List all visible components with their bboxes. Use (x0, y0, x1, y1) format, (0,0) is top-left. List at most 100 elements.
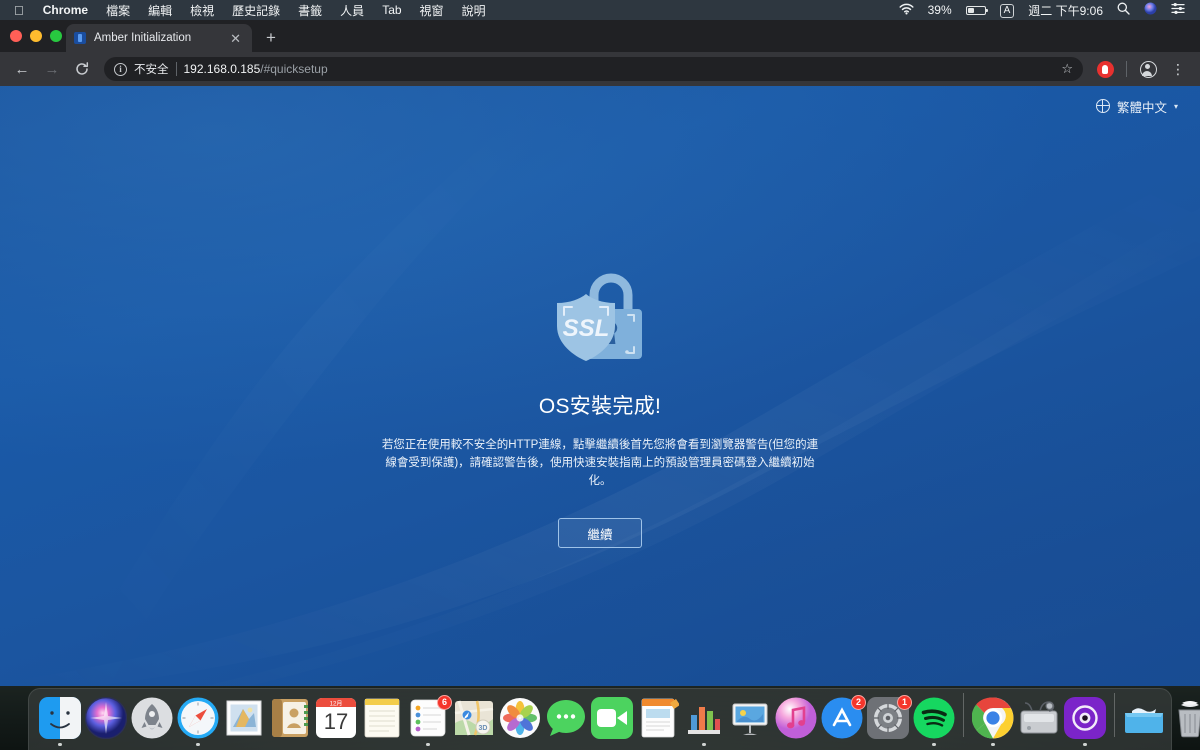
chevron-down-icon: ▾ (1173, 101, 1178, 111)
toolbar-divider (1126, 61, 1127, 77)
url-host: 192.168.0.185 (183, 62, 261, 76)
chrome-tab-strip: Amber Initialization ✕ + (0, 20, 1200, 52)
close-window-button[interactable] (10, 30, 22, 42)
battery-icon[interactable] (959, 5, 993, 15)
dock-item-mail[interactable] (221, 690, 267, 746)
browser-tab[interactable]: Amber Initialization ✕ (66, 24, 252, 52)
hero-section: SSL OS安裝完成! 若您正在使用較不安全的HTTP連線，點擊繼續後首先您將會… (0, 268, 1200, 548)
menu-item-file[interactable]: 檔案 (97, 2, 139, 19)
forward-arrow-icon[interactable]: → (38, 55, 66, 83)
siri-icon[interactable] (1137, 2, 1164, 18)
window-traffic-lights (10, 30, 62, 42)
dock-item-spotify[interactable] (911, 690, 957, 746)
macos-dock: 12月 17 6 3D 2 1 (28, 688, 1200, 750)
dock-item-keynote[interactable] (727, 690, 773, 746)
contacts-icon (269, 697, 311, 739)
trash-icon (1169, 697, 1200, 739)
menu-item-bookmarks[interactable]: 書籤 (289, 2, 331, 19)
profile-avatar-icon[interactable] (1134, 55, 1162, 83)
new-tab-button[interactable]: + (266, 28, 276, 52)
menu-item-view[interactable]: 檢視 (181, 2, 223, 19)
wifi-icon[interactable] (892, 3, 921, 18)
menu-item-history[interactable]: 歷史記錄 (223, 2, 289, 19)
itunes-icon (775, 697, 817, 739)
page-description: 若您正在使用較不安全的HTTP連線，點擊繼續後首先您將會看到瀏覽器警告(但您的連… (381, 439, 819, 487)
dock-item-maps[interactable]: 3D (451, 690, 497, 746)
page-content: 繁體中文 ▾ SSL OS安裝完成! 若您正在使用較不安全的HTTP連線，點擊繼… (0, 86, 1200, 686)
notes-icon (361, 697, 403, 739)
app-store-icon: 2 (821, 694, 866, 739)
menu-app-name[interactable]: Chrome (34, 3, 97, 17)
safari-icon (177, 697, 219, 739)
maximize-window-button[interactable] (50, 30, 62, 42)
dock-item-numbers[interactable] (681, 690, 727, 746)
calendar-icon: 12月 17 (315, 697, 357, 739)
url-path: /#quicksetup (260, 62, 328, 76)
close-icon[interactable]: ✕ (227, 30, 244, 47)
dock-item-pages[interactable] (635, 690, 681, 746)
downloads-folder-icon (1123, 697, 1165, 739)
input-source-indicator[interactable]: A (993, 2, 1022, 18)
dock-item-safari[interactable] (175, 690, 221, 746)
maps-icon: 3D (453, 697, 495, 739)
apple-logo-icon[interactable]:  (8, 4, 34, 17)
obs-icon (1064, 696, 1106, 739)
launchpad-icon (131, 697, 173, 739)
dock-item-launchpad[interactable] (129, 690, 175, 746)
dock-item-messages[interactable] (543, 690, 589, 746)
dock-item-notes[interactable] (359, 690, 405, 746)
disk-utility-icon (1018, 697, 1060, 739)
menu-item-edit[interactable]: 編輯 (139, 2, 181, 19)
info-circle-icon[interactable]: i (114, 62, 127, 76)
minimize-window-button[interactable] (30, 30, 42, 42)
finder-icon (39, 696, 81, 739)
menu-item-window[interactable]: 視窗 (411, 2, 453, 19)
dock-item-contacts[interactable] (267, 690, 313, 746)
reload-icon[interactable] (68, 55, 96, 83)
address-bar[interactable]: i 不安全 192.168.0.185/#quicksetup ☆ (104, 57, 1083, 81)
dock-item-itunes[interactable] (773, 690, 819, 746)
dock-item-trash[interactable] (1167, 690, 1200, 746)
dock-item-obs[interactable] (1062, 690, 1108, 746)
language-label: 繁體中文 (1116, 100, 1167, 115)
dock-item-reminders[interactable]: 6 (405, 690, 452, 746)
spotlight-search-icon[interactable] (1110, 2, 1137, 18)
dock-item-photos[interactable] (497, 690, 543, 746)
security-status-label: 不安全 (134, 64, 169, 76)
three-dot-menu-icon[interactable]: ⋮ (1164, 55, 1192, 83)
menu-bar-status-items: 39% A 週二 下午9:06 (892, 2, 1192, 19)
omnibox-divider (175, 62, 177, 76)
mail-icon (223, 697, 265, 739)
language-selector[interactable]: 繁體中文 ▾ (0, 86, 1200, 126)
messages-icon (545, 697, 587, 739)
dock-item-finder[interactable] (37, 690, 83, 746)
menu-item-people[interactable]: 人員 (331, 2, 373, 19)
dock-item-facetime[interactable] (589, 690, 635, 746)
menu-bar-clock[interactable]: 週二 下午9:06 (1021, 2, 1110, 19)
control-center-icon[interactable] (1164, 3, 1192, 17)
dock-item-chrome[interactable] (970, 690, 1016, 746)
menu-item-tab[interactable]: Tab (373, 3, 410, 17)
menu-item-help[interactable]: 說明 (453, 2, 495, 19)
chrome-toolbar: ← → i 不安全 192.168.0.185/#quicksetup ☆ ⋮ (0, 52, 1200, 86)
dock-item-app-store[interactable]: 2 (819, 690, 866, 746)
system-preferences-icon: 1 (867, 694, 912, 739)
amber-favicon (74, 32, 86, 44)
numbers-icon (683, 697, 725, 739)
dock-item-siri[interactable] (83, 690, 129, 746)
dock-item-downloads-folder[interactable] (1121, 690, 1167, 746)
spotify-icon (913, 697, 955, 739)
continue-button[interactable]: 繼續 (558, 518, 642, 548)
badge-count: 1 (897, 694, 912, 710)
tab-title: Amber Initialization (94, 32, 192, 44)
dock-item-disk-utility[interactable] (1016, 690, 1062, 746)
globe-icon (1095, 99, 1110, 113)
dock-item-system-preferences[interactable]: 1 (865, 690, 912, 746)
page-title: OS安裝完成! (538, 395, 662, 418)
macos-menu-bar:  Chrome 檔案 編輯 檢視 歷史記錄 書籤 人員 Tab 視窗 說明 3… (0, 0, 1200, 20)
star-icon[interactable]: ☆ (1061, 61, 1073, 77)
dock-item-calendar[interactable]: 12月 17 (313, 690, 359, 746)
extension-icon[interactable] (1091, 55, 1119, 83)
svg-text:17: 17 (324, 709, 348, 734)
back-arrow-icon[interactable]: ← (8, 55, 36, 83)
